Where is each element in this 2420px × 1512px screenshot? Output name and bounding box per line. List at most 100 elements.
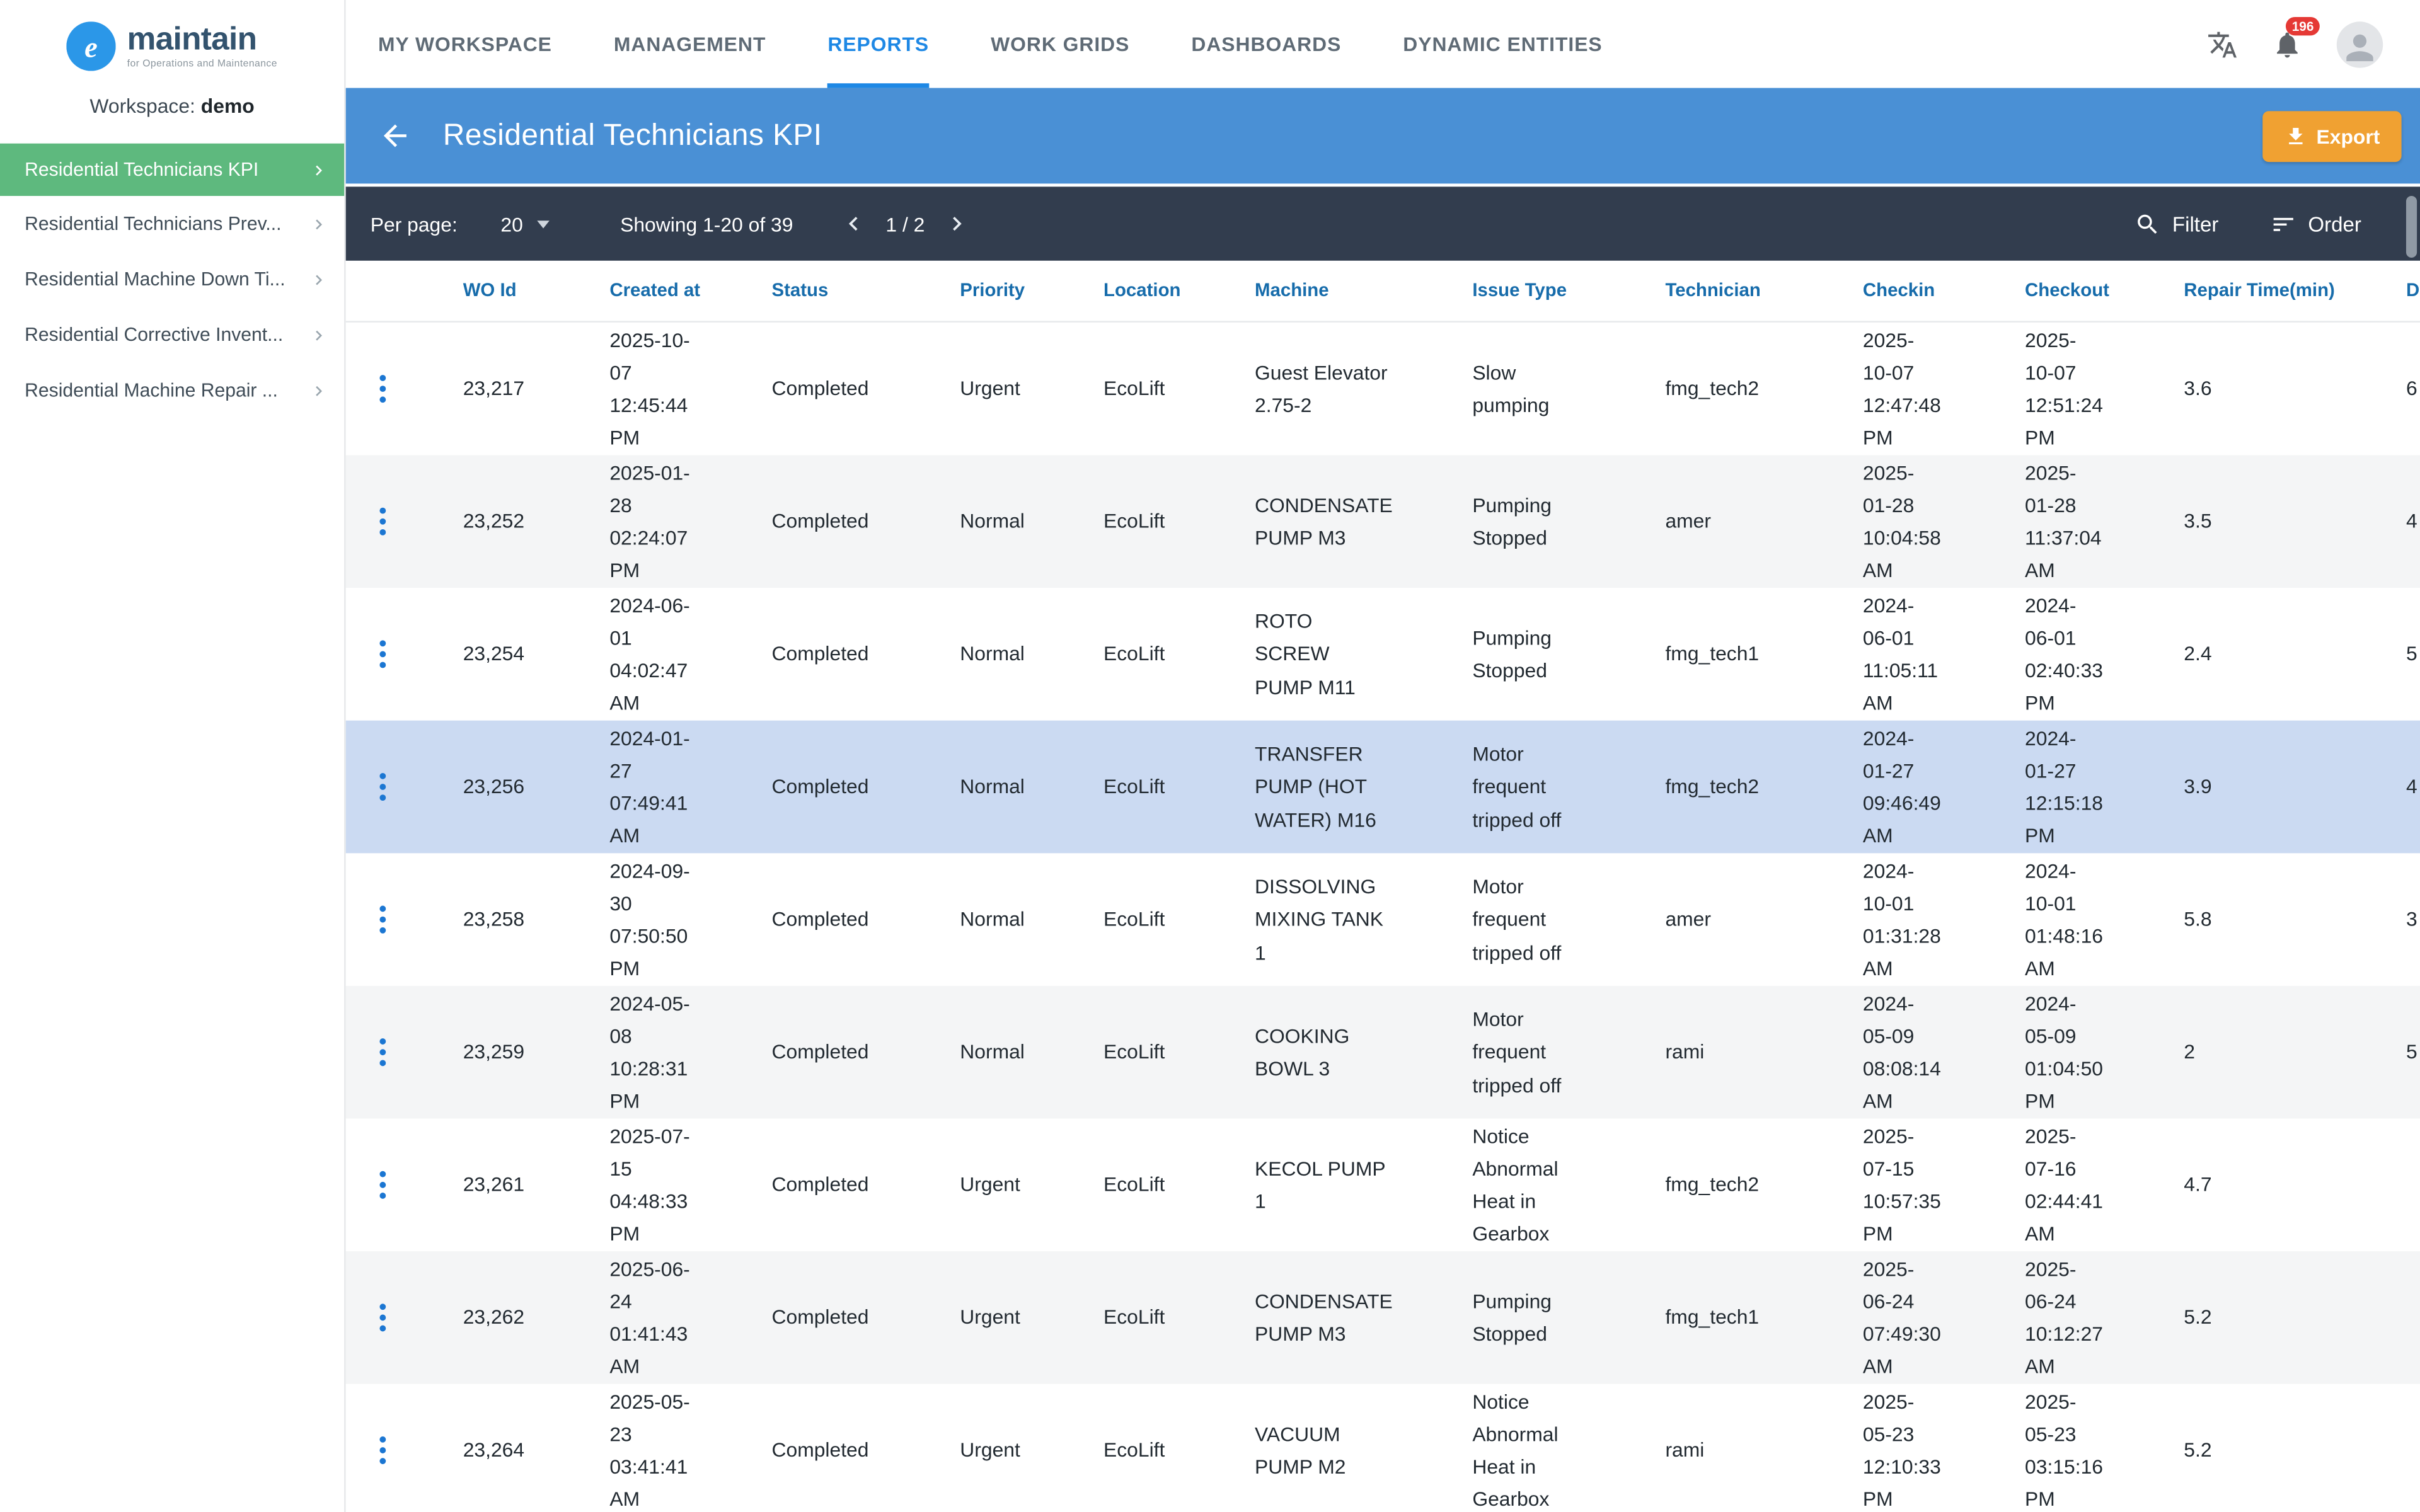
column-header-machine[interactable]: Machine: [1240, 276, 1457, 306]
column-header-issue-type[interactable]: Issue Type: [1457, 276, 1650, 306]
export-button[interactable]: Export: [2262, 110, 2402, 161]
table-row[interactable]: 23,217 2025-10-07 12:45:44 PM Completed Urg…: [346, 323, 2420, 455]
row-menu-icon[interactable]: [377, 903, 389, 937]
pagination: 1 / 2: [839, 210, 971, 238]
column-header-repair-time[interactable]: Repair Time(min): [2169, 276, 2391, 306]
cell-wo-id: 23,252: [463, 510, 525, 534]
row-menu-icon[interactable]: [377, 1433, 389, 1467]
sidebar-item-residential-technicians-kpi[interactable]: Residential Technicians KPI: [0, 143, 345, 197]
row-menu-cell: [346, 903, 448, 937]
tab-dynamic-entities[interactable]: DYNAMIC ENTITIES: [1403, 0, 1602, 88]
column-header-location[interactable]: Location: [1088, 276, 1240, 306]
chevron-right-icon: [953, 217, 962, 231]
cell-machine: VACUUM PUMP M2: [1255, 1422, 1346, 1479]
row-menu-cell: [346, 1300, 448, 1334]
column-header-down-time[interactable]: D: [2390, 276, 2420, 306]
cell-machine: CONDENSATE PUMP M3: [1255, 1290, 1393, 1346]
cell-location: EcoLift: [1103, 1173, 1165, 1197]
toolbar-actions: Filter Order: [2135, 210, 2361, 237]
per-page-select[interactable]: 20: [500, 212, 550, 235]
cell-machine: ROTO SCREW PUMP M11: [1255, 610, 1356, 699]
column-header-status[interactable]: Status: [756, 276, 945, 306]
vertical-scrollbar-thumb[interactable]: [2406, 196, 2417, 258]
cell-checkin: 2024-01-27 09:46:49 AM: [1862, 726, 1941, 847]
sidebar-menu: Residential Technicians KPI Residential T…: [0, 143, 345, 418]
cell-machine: TRANSFER PUMP (HOT WATER) M16: [1255, 742, 1376, 831]
cell-checkout: 2025-07-16 02:44:41 AM: [2025, 1125, 2104, 1246]
row-menu-cell: [346, 770, 448, 804]
row-menu-icon[interactable]: [377, 637, 389, 671]
cell-wo-id: 23,258: [463, 908, 525, 931]
table-row[interactable]: 23,252 2025-01-28 02:24:07 PM Completed Nor…: [345, 455, 2420, 588]
cell-technician: fmg_tech2: [1665, 775, 1760, 799]
row-menu-cell: [346, 1035, 448, 1069]
sidebar-item-residential-technicians-prev[interactable]: Residential Technicians Prev...: [0, 196, 344, 251]
avatar[interactable]: [2336, 21, 2383, 67]
cell-repair-time: 5.8: [2184, 908, 2212, 931]
column-header-priority[interactable]: Priority: [945, 276, 1088, 306]
table-row[interactable]: 23,261 2025-07-15 04:48:33 PM Completed Urg…: [346, 1119, 2420, 1252]
tab-management[interactable]: MANAGEMENT: [614, 0, 766, 88]
translate-icon[interactable]: [2207, 28, 2238, 59]
sidebar-item-residential-machine-down-ti[interactable]: Residential Machine Down Ti...: [0, 251, 344, 307]
table-row[interactable]: 23,262 2025-06-24 01:41:43 AM Completed Urg…: [345, 1251, 2420, 1384]
cell-created-at: 2025-10-07 12:45:44 PM: [609, 328, 690, 449]
workspace-prefix: Workspace:: [89, 94, 195, 118]
row-menu-icon[interactable]: [377, 1035, 389, 1069]
cell-technician: amer: [1665, 908, 1712, 931]
column-header-wo-id[interactable]: WO Id: [447, 276, 594, 306]
table-row[interactable]: 23,256 2024-01-27 07:49:41 AM Completed Nor…: [345, 720, 2420, 854]
column-header-technician[interactable]: Technician: [1650, 276, 1847, 306]
column-header-checkin[interactable]: Checkin: [1847, 276, 2009, 306]
back-button[interactable]: [367, 108, 423, 163]
cell-checkout: 2024-01-27 12:15:18 PM: [2025, 726, 2104, 847]
sort-icon: [2274, 217, 2295, 231]
table-row[interactable]: 23,254 2024-06-01 04:02:47 AM Completed Nor…: [346, 588, 2420, 721]
cell-issue-type: Pumping Stopped: [1472, 1290, 1552, 1346]
tab-dashboards[interactable]: DASHBOARDS: [1191, 0, 1341, 88]
row-menu-icon[interactable]: [377, 1168, 389, 1202]
cell-priority: Normal: [960, 775, 1025, 799]
sidebar-item-label: Residential Machine Repair ...: [25, 379, 278, 401]
cell-created-at: 2024-06-01 04:02:47 AM: [609, 593, 690, 714]
cell-location: EcoLift: [1103, 1040, 1165, 1064]
column-header-checkout[interactable]: Checkout: [2010, 276, 2169, 306]
tab-reports[interactable]: REPORTS: [827, 0, 930, 88]
cell-repair-time: 3.5: [2184, 510, 2212, 534]
cell-status: Completed: [771, 510, 869, 534]
cell-down-time: 6: [2406, 377, 2417, 401]
cell-created-at: 2024-09-30 07:50:50 PM: [609, 859, 690, 980]
main-area: MY WORKSPACE MANAGEMENT REPORTS WORK GRIDS D…: [345, 0, 2420, 1512]
top-nav: MY WORKSPACE MANAGEMENT REPORTS WORK GRIDS D…: [345, 0, 2420, 88]
table-row[interactable]: 23,259 2024-05-08 10:28:31 PM Completed Nor…: [345, 985, 2420, 1119]
cell-created-at: 2024-05-08 10:28:31 PM: [609, 992, 690, 1113]
row-menu-icon[interactable]: [377, 505, 389, 539]
brand-tagline: for Operations and Maintenance: [127, 59, 277, 70]
cell-issue-type: Slow pumping: [1472, 360, 1550, 417]
row-menu-icon[interactable]: [377, 372, 389, 406]
filter-label: Filter: [2172, 212, 2219, 236]
order-button[interactable]: Order: [2271, 210, 2361, 237]
cell-created-at: 2025-06-24 01:41:43 AM: [609, 1257, 690, 1378]
next-page-button[interactable]: [943, 210, 971, 238]
order-label: Order: [2308, 212, 2361, 236]
row-menu-icon[interactable]: [377, 1300, 389, 1334]
sidebar-item-residential-machine-repair[interactable]: Residential Machine Repair ...: [0, 363, 344, 418]
prev-page-button[interactable]: [839, 210, 867, 238]
cell-location: EcoLift: [1103, 775, 1165, 799]
table-row[interactable]: 23,258 2024-09-30 07:50:50 PM Completed Nor…: [346, 853, 2420, 986]
brand: e maintain for Operations and Maintenanc…: [0, 0, 344, 71]
chevron-right-icon: [309, 269, 329, 289]
cell-issue-type: Motor frequent tripped off: [1472, 742, 1562, 831]
table-row[interactable]: 23,264 2025-05-23 03:41:41 AM Completed Urg…: [346, 1384, 2420, 1512]
caret-down-icon: [536, 219, 550, 228]
sidebar-item-residential-corrective-invent[interactable]: Residential Corrective Invent...: [0, 307, 344, 362]
cell-priority: Urgent: [960, 1438, 1020, 1462]
row-menu-icon[interactable]: [377, 770, 389, 804]
tab-my-workspace[interactable]: MY WORKSPACE: [378, 0, 552, 88]
cell-status: Completed: [771, 377, 869, 401]
filter-button[interactable]: Filter: [2135, 210, 2218, 237]
cell-checkin: 2025-06-24 07:49:30 AM: [1862, 1257, 1941, 1378]
column-header-created-at[interactable]: Created at: [594, 276, 756, 306]
tab-work-grids[interactable]: WORK GRIDS: [991, 0, 1129, 88]
